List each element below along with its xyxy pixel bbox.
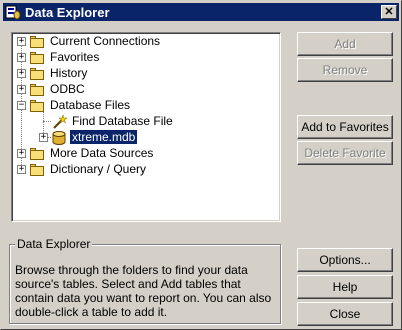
folder-icon: [29, 35, 45, 48]
remove-button[interactable]: Remove: [297, 58, 393, 82]
folder-icon: [29, 67, 45, 80]
delete-favorite-button[interactable]: Delete Favorite: [297, 141, 393, 165]
expand-toggle[interactable]: +: [39, 133, 48, 142]
tree-item-label: Favorites: [50, 50, 100, 64]
tree-item-xtreme-mdb[interactable]: xtreme.mdb: [51, 129, 139, 145]
description-text: Browse through the folders to find your …: [15, 263, 272, 319]
tree-item-dictionary-query[interactable]: Dictionary / Query: [29, 161, 148, 177]
tree-item-favorites[interactable]: Favorites: [29, 49, 101, 65]
data-source-tree[interactable]: + Current Connections + Favorites + Hist…: [11, 32, 281, 222]
find-wand-icon: [51, 113, 68, 129]
folder-icon: [29, 51, 45, 64]
window-title: Data Explorer: [25, 4, 110, 20]
tree-item-label: Dictionary / Query: [50, 162, 147, 176]
expand-toggle[interactable]: +: [17, 85, 26, 94]
tree-item-database-files[interactable]: Database Files: [29, 97, 132, 113]
options-button[interactable]: Options...: [297, 248, 393, 272]
tree-item-label: xtreme.mdb: [68, 129, 139, 145]
tree-item-find-database-file[interactable]: Find Database File: [51, 113, 175, 129]
tree-item-current-connections[interactable]: Current Connections: [29, 33, 162, 49]
tree-item-label: Current Connections: [50, 34, 161, 48]
folder-icon: [29, 147, 45, 160]
database-icon: [51, 130, 67, 145]
folder-icon: [29, 83, 45, 96]
title-bar[interactable]: Data Explorer ✕: [3, 3, 399, 21]
expand-toggle[interactable]: +: [17, 149, 26, 158]
help-button[interactable]: Help: [297, 275, 393, 299]
close-window-button[interactable]: ✕: [381, 5, 397, 19]
tree-connector: [43, 121, 51, 122]
expand-toggle[interactable]: +: [17, 165, 26, 174]
add-to-favorites-button[interactable]: Add to Favorites: [297, 115, 393, 139]
tree-item-label: Find Database File: [72, 114, 173, 128]
tree-item-history[interactable]: History: [29, 65, 89, 81]
open-folder-icon: [29, 99, 45, 112]
data-explorer-app-icon: [5, 4, 21, 20]
collapse-toggle[interactable]: −: [17, 101, 26, 110]
tree-item-odbc[interactable]: ODBC: [29, 81, 87, 97]
data-explorer-window: Data Explorer ✕ + Current Connections + …: [0, 0, 402, 330]
add-button[interactable]: Add: [297, 32, 393, 56]
expand-toggle[interactable]: +: [17, 53, 26, 62]
expand-toggle[interactable]: +: [17, 69, 26, 78]
description-title: Data Explorer: [15, 237, 93, 251]
tree-item-label: More Data Sources: [50, 146, 154, 160]
tree-item-label: Database Files: [50, 98, 131, 112]
close-button[interactable]: Close: [297, 302, 393, 326]
tree-item-label: History: [50, 66, 88, 80]
expand-toggle[interactable]: +: [17, 37, 26, 46]
close-icon: ✕: [384, 5, 394, 18]
tree-item-label: ODBC: [50, 82, 85, 96]
folder-icon: [29, 163, 45, 176]
tree-item-more-data-sources[interactable]: More Data Sources: [29, 145, 155, 161]
